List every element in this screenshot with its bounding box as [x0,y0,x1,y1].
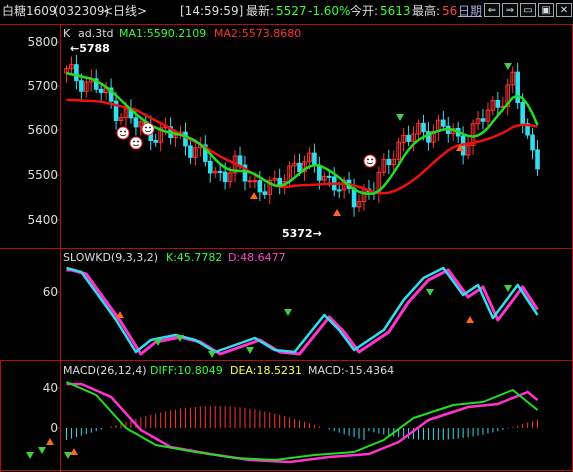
candle-body [406,134,411,142]
candle-body [252,180,258,183]
arrow-down-icon [64,452,72,459]
y-tick-5800: 5800 [27,35,58,49]
candle-body [386,158,392,166]
candle-body [74,64,79,82]
candle-body [79,80,84,92]
candle-body [326,175,332,178]
ma1-line [66,71,539,196]
candle-body [441,119,446,127]
kd-name: SLOWKD(9,3,3,2) [63,251,159,264]
arrow-down-icon [284,309,292,316]
candle-body [495,99,501,108]
candle-body [188,145,193,158]
low-price-marker: 5372→ [282,227,322,240]
macd-dea-line [66,382,539,464]
smiley-eye [133,140,135,143]
ma1-value: MA1:5590.2109 [119,27,207,40]
arrow-down-icon [396,114,404,121]
smiley-icon [129,136,143,150]
macd-diff-line [66,381,539,461]
y-tick-5700: 5700 [27,79,58,93]
high-price-marker: ←5788 [70,42,110,55]
moving-average-lines [66,71,539,196]
kd-d-value: D:48.6477 [228,251,286,264]
arrow-up-icon [46,438,54,445]
candle-body [297,162,302,173]
smiley-eye [371,158,373,161]
candle-body [98,88,104,94]
smiley-eye [367,158,369,161]
macd-y-tick-0: 0 [50,421,58,435]
kd-k-value: K:45.7782 [166,251,223,264]
smiley-eye [120,130,122,133]
macd-y-tick-40: 40 [42,381,58,395]
candle-body [312,152,317,167]
arrow-down-icon [504,63,512,70]
candle-body [257,180,263,193]
smiley-eye [145,126,147,129]
candle-body [262,191,268,195]
macd-name: MACD(26,12,4) [63,364,147,377]
candle-body [421,122,426,133]
ma2-value: MA2:5573.8680 [214,27,302,40]
smiley-icon [363,154,377,168]
arrow-down-icon [504,285,512,292]
candle-body [217,170,223,173]
candle-body [520,102,525,125]
smiley-icon [116,126,130,140]
smiley-eye [124,130,126,133]
candle-body [133,117,139,128]
smiley-eye [137,140,139,143]
candle-body [336,189,342,192]
candle-body [317,165,322,181]
candle-body [480,118,486,122]
candle-body [237,155,243,166]
y-tick-marks [56,41,60,429]
arrow-down-icon [246,347,254,354]
arrow-up-icon [250,192,258,199]
kd-k-line [66,266,539,354]
candle-body [535,149,540,170]
macd-lines [66,381,539,464]
y-tick-5400: 5400 [27,213,58,227]
arrow-down-icon [26,452,34,459]
arrow-up-icon [333,209,341,216]
k-label: K [63,27,71,40]
candle-body [153,140,159,143]
candle-body [530,134,535,151]
y-tick-5600: 5600 [27,123,58,137]
arrow-down-icon [38,447,46,454]
macd-macd-value: MACD:-15.4364 [308,364,395,377]
slowkd-lines [66,266,539,356]
candle-body [247,180,253,183]
smiley-icon [141,122,155,136]
arrow-up-icon [70,448,78,455]
macd-diff-value: DIFF:10.8049 [150,364,223,377]
candle-body [207,160,213,174]
arrow-down-icon [426,289,434,296]
macd-dea-value: DEA:18.5231 [230,364,302,377]
kd-y-tick-60: 60 [42,285,58,299]
candle-body [515,71,520,104]
formula-name: ad.3td [78,27,114,40]
y-tick-5500: 5500 [27,168,58,182]
arrow-up-icon [466,316,474,323]
smiley-eye [149,126,151,129]
candle-body [222,171,228,183]
arrow-down-icon [208,351,216,358]
